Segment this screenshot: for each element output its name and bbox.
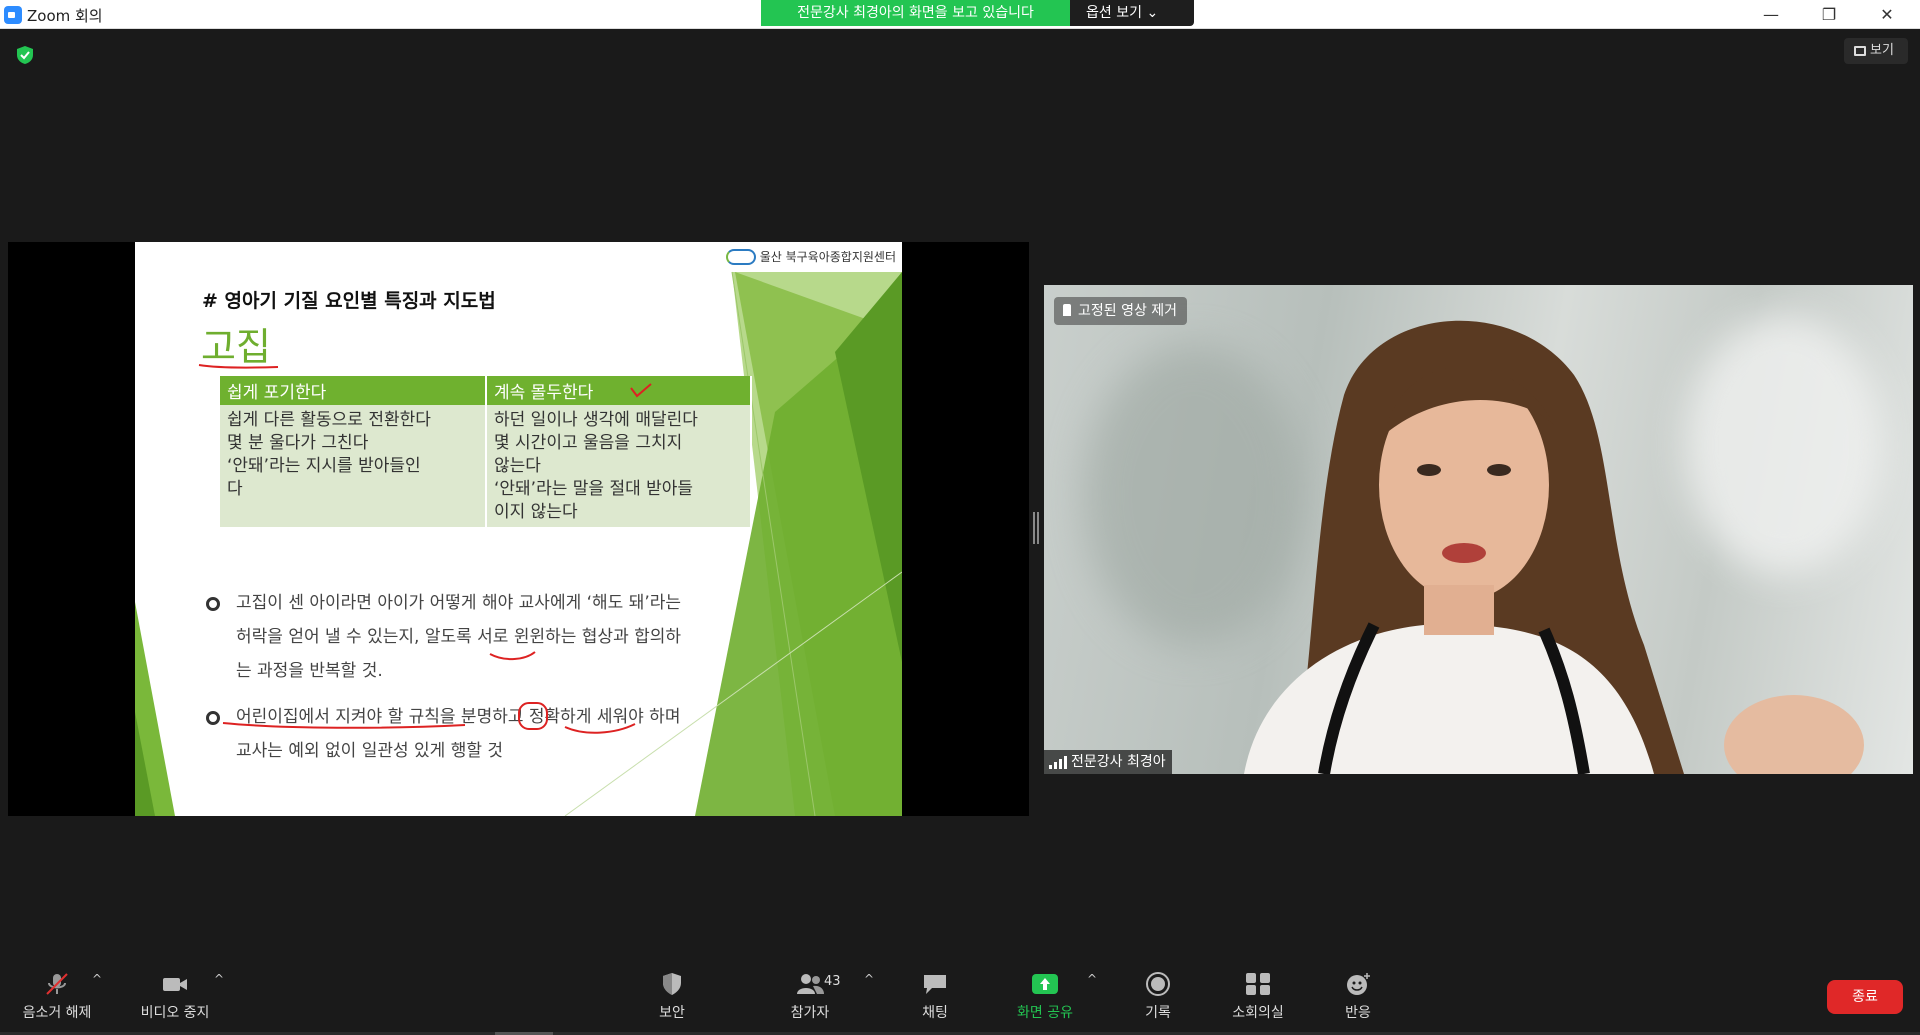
- participants-label: 참가자: [790, 1005, 830, 1021]
- video-options-caret[interactable]: ^: [214, 972, 224, 986]
- view-layout-label: 보기: [1870, 43, 1894, 58]
- chevron-down-icon: ⌄: [1146, 5, 1159, 21]
- share-screen-label: 화면 공유: [1017, 1005, 1073, 1021]
- breakout-rooms-button[interactable]: 소회의실: [1218, 958, 1298, 1028]
- breakout-rooms-icon: [1246, 973, 1270, 995]
- reactions-button[interactable]: 반응: [1318, 958, 1398, 1028]
- minimize-button[interactable]: —: [1742, 0, 1800, 29]
- view-layout-button[interactable]: 보기: [1844, 38, 1908, 64]
- close-button[interactable]: ✕: [1858, 0, 1916, 29]
- grid-view-icon: [1854, 46, 1866, 56]
- signal-strength-icon: [1049, 756, 1067, 769]
- audio-options-caret[interactable]: ^: [92, 972, 102, 986]
- security-button[interactable]: 보안: [632, 958, 712, 1028]
- share-screen-button[interactable]: 화면 공유: [1005, 958, 1085, 1028]
- participants-count: 43: [824, 974, 841, 989]
- participants-button[interactable]: 참가자: [765, 958, 855, 1028]
- record-icon: [1146, 972, 1170, 996]
- stop-video-button[interactable]: 비디오 중지: [130, 958, 220, 1028]
- unpin-video-label: 고정된 영상 제거: [1078, 303, 1178, 319]
- pinned-video-tile[interactable]: 고정된 영상 제거 전문강사 최경아: [1044, 285, 1913, 774]
- security-label: 보안: [659, 1005, 685, 1021]
- participant-name-tag: 전문강사 최경아: [1044, 750, 1172, 774]
- video-camera-icon: [163, 978, 187, 991]
- share-status-text: 전문강사 최경아의 화면을 보고 있습니다: [761, 0, 1070, 26]
- end-meeting-button[interactable]: 종료: [1827, 980, 1903, 1014]
- pin-icon: [1063, 304, 1071, 316]
- participant-name: 전문강사 최경아: [1071, 754, 1166, 770]
- view-options-button[interactable]: 옵션 보기 ⌄: [1070, 0, 1194, 26]
- record-button[interactable]: 기록: [1118, 958, 1198, 1028]
- security-shield-icon: [663, 973, 681, 995]
- presentation-slide: 울산 북구육아종합지원센터 # 영아기 기질 요인별 특징과 지도법 고집 쉽게…: [135, 242, 902, 816]
- share-screen-icon: [1032, 974, 1058, 994]
- unmute-button[interactable]: 음소거 해제: [12, 958, 102, 1028]
- breakout-rooms-label: 소회의실: [1232, 1005, 1284, 1021]
- reaction-smiley-icon: [1347, 973, 1370, 995]
- chat-label: 채팅: [922, 1005, 948, 1021]
- screen-share-banner: 전문강사 최경아의 화면을 보고 있습니다 옵션 보기 ⌄: [761, 0, 1194, 26]
- participants-icon: [797, 974, 824, 994]
- red-pen-annotations: [222, 651, 636, 734]
- microphone-muted-icon: [46, 973, 68, 995]
- restore-button[interactable]: ❐: [1800, 0, 1858, 29]
- speaker-video-frame: [1244, 320, 1864, 774]
- split-divider-handle[interactable]: [1033, 512, 1039, 544]
- unpin-video-button[interactable]: 고정된 영상 제거: [1054, 297, 1188, 325]
- record-label: 기록: [1145, 1005, 1171, 1021]
- share-options-caret[interactable]: ^: [1087, 972, 1097, 986]
- encryption-shield-icon[interactable]: [15, 45, 35, 65]
- view-options-label: 옵션 보기: [1086, 5, 1142, 21]
- zoom-app-icon: [4, 6, 22, 24]
- participants-options-caret[interactable]: ^: [864, 972, 874, 986]
- window-title: Zoom 회의: [27, 7, 103, 25]
- reactions-label: 반응: [1345, 1005, 1371, 1021]
- meeting-toolbar: 음소거 해제 ^ 비디오 중지 ^ 보안 참가자 43 ^ 채팅 화면 공유 ^…: [0, 958, 1920, 1035]
- stop-video-label: 비디오 중지: [140, 1005, 210, 1021]
- chat-bubble-icon: [924, 975, 946, 994]
- shared-screen: 울산 북구육아종합지원센터 # 영아기 기질 요인별 특징과 지도법 고집 쉽게…: [8, 242, 1029, 816]
- unmute-label: 음소거 해제: [22, 1005, 92, 1021]
- chat-button[interactable]: 채팅: [895, 958, 975, 1028]
